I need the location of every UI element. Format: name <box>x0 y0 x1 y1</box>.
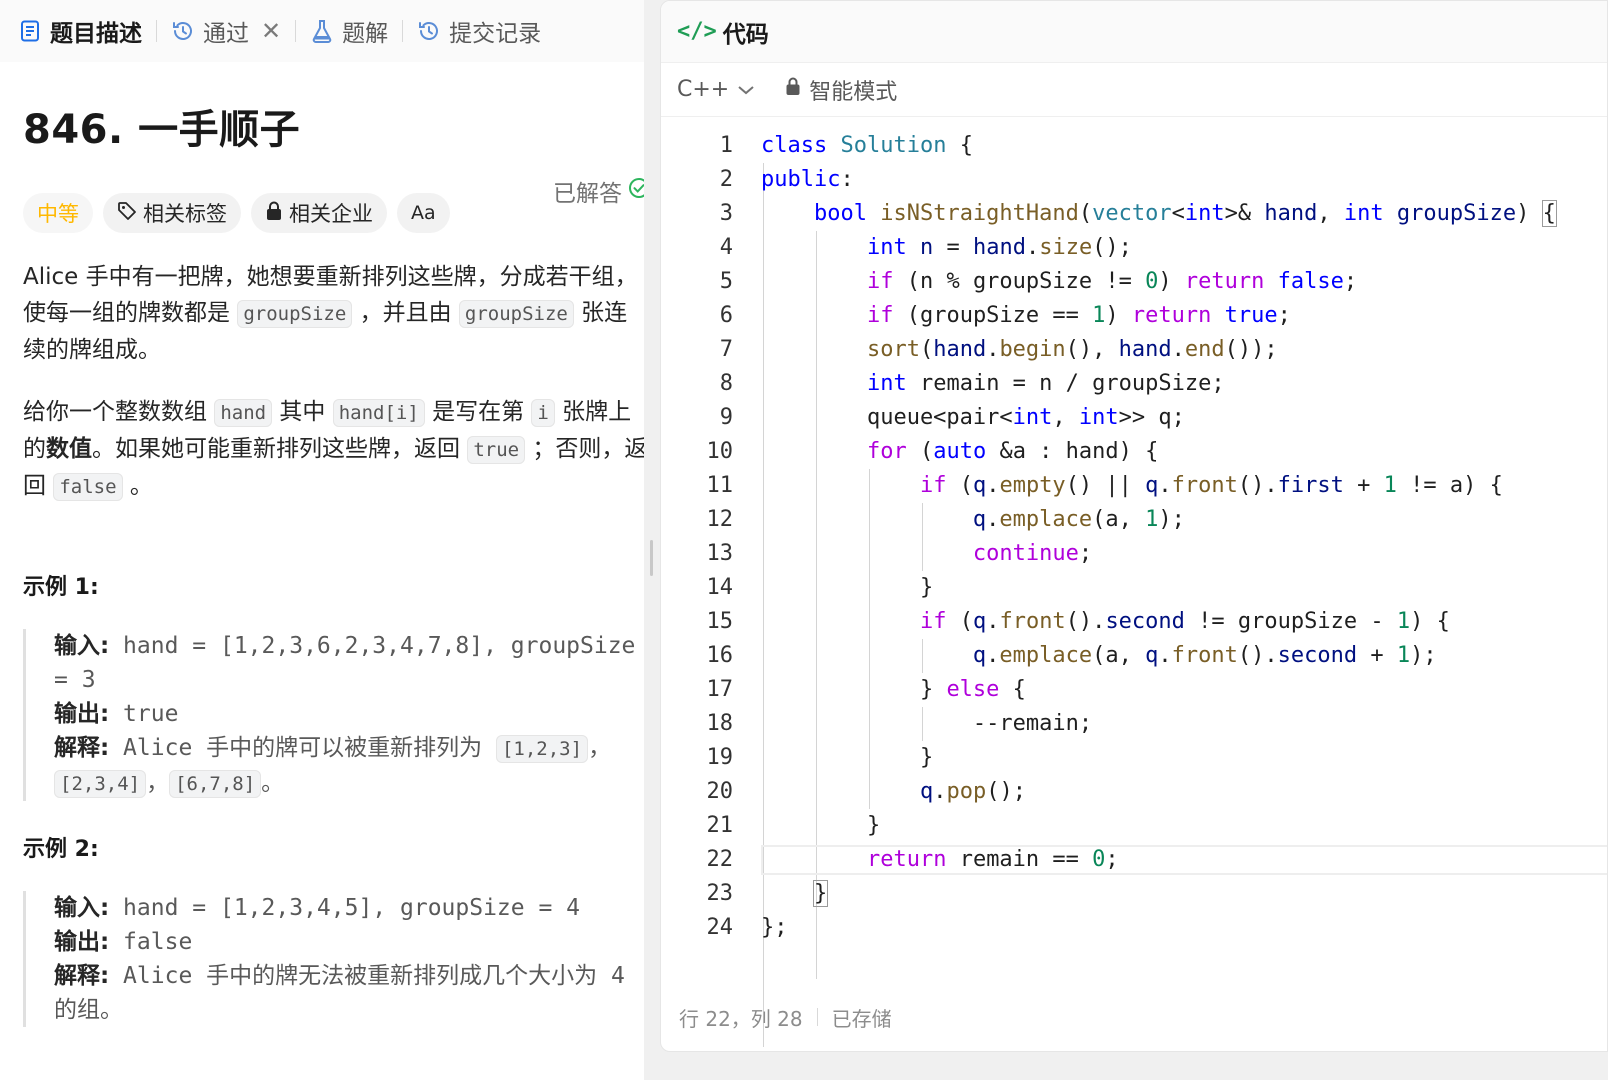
tab-accepted[interactable]: 通过 ✕ <box>171 0 295 62</box>
code-line: 14 } <box>706 575 934 600</box>
close-icon[interactable]: ✕ <box>261 17 281 45</box>
difficulty-badge: 中等 <box>23 193 93 233</box>
document-icon <box>18 19 42 43</box>
tab-submissions-label: 提交记录 <box>449 21 542 47</box>
lock-icon <box>265 201 283 226</box>
description-paragraph: Alice 手中有一把牌，她想要重新排列这些牌，分成若干组，使每一组的牌数都是 … <box>23 264 638 363</box>
code-panel: </> 代码 C++ 智能模式 1 class Solution { 2 publi… <box>660 0 1608 1052</box>
code-line: 20 q.pop(); <box>706 779 1026 804</box>
example-2-block: 输入: hand = [1,2,3,4,5], groupSize = 4 输出… <box>23 891 647 1027</box>
status-divider <box>816 1008 818 1026</box>
problem-content: 846. 一手顺子 已解答 中等 相关标签 相关企业 Aa Alice 手中有一… <box>0 62 660 1027</box>
tag-icon <box>117 201 137 226</box>
save-status: 已存储 <box>831 1006 892 1031</box>
history-icon <box>171 19 195 43</box>
tab-solutions[interactable]: 题解 <box>310 0 402 62</box>
related-companies-label: 相关企业 <box>289 202 373 226</box>
code-line: 23 } <box>706 880 829 907</box>
code-line: 24}; <box>706 915 788 940</box>
translate-button[interactable]: Aa <box>397 193 450 233</box>
translate-icon: Aa <box>411 202 436 224</box>
inline-code: [6,7,8] <box>169 770 262 798</box>
code-line: 21 } <box>706 813 881 838</box>
tab-accepted-label: 通过 <box>203 21 249 47</box>
lock-icon <box>785 77 801 102</box>
smart-mode-label: 智能模式 <box>809 79 898 105</box>
code-panel-header: </> 代码 <box>661 1 1607 63</box>
code-line: 12 q.emplace(a, 1); <box>706 507 1185 532</box>
code-line: 4 int n = hand.size(); <box>719 235 1132 260</box>
related-tags-label: 相关标签 <box>143 202 227 226</box>
code-icon: </> <box>677 19 717 44</box>
code-panel-title: 代码 <box>722 21 769 48</box>
code-line: 1 class Solution { <box>719 133 973 158</box>
problem-title[interactable]: 846. 一手顺子 <box>23 97 300 155</box>
code-line: 19 } <box>706 745 934 770</box>
cursor-position: 行 22，列 28 <box>679 1006 803 1031</box>
code-line: 8 int remain = n / groupSize; <box>719 371 1225 396</box>
code-line: 2 public: <box>719 167 854 192</box>
tab-divider <box>402 20 404 42</box>
tab-divider <box>295 20 297 42</box>
bottom-gutter <box>660 1052 1608 1080</box>
smart-mode-toggle[interactable]: 智能模式 <box>785 74 897 106</box>
inline-code: i <box>531 399 555 427</box>
code-line: 16 q.emplace(a, q.front().second + 1); <box>706 643 1437 668</box>
tab-solutions-label: 题解 <box>342 21 389 47</box>
inline-code: true <box>467 436 526 464</box>
language-label: C++ <box>677 77 730 102</box>
solved-label: 已解答 <box>553 181 622 207</box>
code-line: 17 } else { <box>706 677 1026 702</box>
related-companies-button[interactable]: 相关企业 <box>251 193 387 233</box>
language-select[interactable]: C++ <box>677 77 755 102</box>
inline-code: hand[i] <box>332 399 425 427</box>
inline-code: hand <box>214 399 273 427</box>
code-line-current: 22 return remain == 0; <box>661 843 1607 877</box>
code-line: 5 if (n % groupSize != 0) return false; <box>719 269 1358 294</box>
inline-code: [2,3,4] <box>54 770 147 798</box>
description-paragraph: 给你一个整数数组 hand 其中 hand[i] 是写在第 i 张牌上的数值。如… <box>23 399 648 501</box>
inline-code: groupSize <box>458 300 574 328</box>
inline-code: [1,2,3] <box>495 735 589 763</box>
drag-handle[interactable] <box>650 540 653 576</box>
code-editor[interactable]: 1 class Solution { 2 public: 3 bool isNStr… <box>661 129 1607 1047</box>
panel-splitter[interactable] <box>644 0 660 1080</box>
problem-description: Alice 手中有一把牌，她想要重新排列这些牌，分成若干组，使每一组的牌数都是 … <box>23 259 648 505</box>
code-line: 15 if (q.front().second != groupSize - 1… <box>706 609 1450 634</box>
tab-divider <box>156 20 157 42</box>
code-line: 10 for (auto &a : hand) { <box>706 439 1159 464</box>
code-line: 7 sort(hand.begin(), hand.end()); <box>719 337 1278 362</box>
problem-panel: 题目描述 通过 ✕ 题解 提交记录 846. 一手顺子 已解答 中等 相关标签 … <box>0 0 660 1080</box>
code-line: 11 if (q.empty() || q.front().first + 1 … <box>706 473 1503 498</box>
code-line: 9 queue<pair<int, int>> q; <box>719 405 1185 430</box>
code-line: 18 --remain; <box>706 711 1093 736</box>
flask-icon <box>310 19 334 43</box>
inline-code: groupSize <box>237 300 353 328</box>
tab-submissions[interactable]: 提交记录 <box>417 0 555 62</box>
chevron-down-icon <box>737 77 755 102</box>
example-1-title: 示例 1: <box>23 575 99 600</box>
code-line: 13 continue; <box>706 541 1093 566</box>
editor-statusbar: 行 22，列 28 已存储 <box>661 983 1607 1051</box>
example-2-title: 示例 2: <box>23 837 99 862</box>
code-line: 6 if (groupSize == 1) return true; <box>719 303 1291 328</box>
code-line: 3 bool isNStraightHand(vector<int>& hand… <box>719 200 1557 227</box>
inline-code: false <box>53 473 123 501</box>
example-1-block: 输入: hand = [1,2,3,6,2,3,4,7,8], groupSiz… <box>23 629 647 801</box>
tab-description-label: 题目描述 <box>50 21 142 47</box>
tab-description[interactable]: 题目描述 <box>18 0 156 62</box>
history-icon <box>417 19 441 43</box>
solved-status: 已解答 <box>553 174 650 208</box>
problem-tabs: 题目描述 通过 ✕ 题解 提交记录 <box>0 0 660 62</box>
editor-toolbar: C++ 智能模式 <box>661 63 1607 117</box>
related-tags-button[interactable]: 相关标签 <box>103 193 241 233</box>
